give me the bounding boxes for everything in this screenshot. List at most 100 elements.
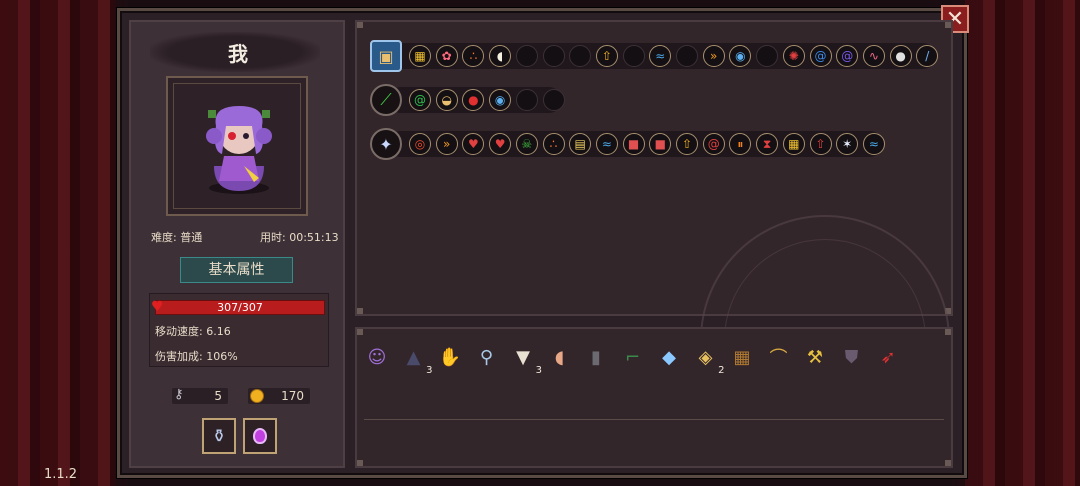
red-berries-icon: ● [468,93,479,107]
item-slot[interactable]: ◆ [654,342,684,372]
green-swirl-icon: @ [414,93,426,107]
green-skull-icon: ☠ [521,137,533,151]
panel-corner [357,460,363,466]
upgrade-slot[interactable]: ⇧ [809,133,832,155]
red-hourglass-icon: ⧗ [762,137,772,151]
white-star-icon: ✶ [842,137,853,151]
upgrade-slot[interactable]: ⇧ [676,133,698,155]
white-orb-icon: ● [895,49,906,63]
blue-wave-icon: ≈ [655,49,666,63]
yellow-up-arrow-icon: ⇧ [681,137,693,151]
red-gear-icon: ✺ [788,49,799,63]
item-count: 2 [718,365,725,376]
yellow-squares-icon: ▦ [788,137,800,151]
wooden-crate-icon: ▦ [733,346,751,368]
version-label: 1.1.2 [44,467,78,482]
upgrade-slot[interactable]: » [435,133,458,155]
consumable-slot-2[interactable] [243,418,277,454]
red-target-icon: ◎ [414,137,426,151]
consumable-slot-1[interactable]: ⚱ [202,418,236,454]
key-icon: ⚷ [174,387,184,402]
right-curtain [965,0,1080,486]
upgrade-slot[interactable]: @ [409,89,431,111]
weapon-slot-1[interactable]: ▣ [370,40,402,72]
time-label: 用时: 00:51:13 [260,231,339,244]
heart-icon: ♥ [151,299,164,315]
upgrade-slot[interactable]: ☠ [515,133,538,155]
upgrade-slot[interactable]: ✺ [782,45,805,67]
upgrade-slot[interactable]: ◉ [489,89,512,111]
item-slot[interactable]: ◖ [545,342,575,372]
upgrade-slot[interactable]: ◖ [489,45,512,67]
upgrade-slot[interactable]: ♥ [489,133,512,155]
item-slot[interactable]: ✋ [435,342,465,372]
upgrade-slot[interactable]: ▦ [782,133,805,155]
item-slot[interactable]: ◈ 2 [691,342,725,377]
key-count: 5 [214,389,222,403]
empty-upgrade-slot[interactable] [515,89,538,111]
key-counter: ⚷ 5 [172,387,228,404]
upgrade-slot[interactable]: ⇧ [595,45,618,67]
upgrade-slot[interactable]: ▦ [409,45,431,67]
tab-basic-attributes[interactable]: 基本属性 [180,257,293,283]
empty-upgrade-slot[interactable] [542,45,565,67]
dark-armor-icon: ⛊ [844,346,859,368]
panel-corner [357,329,363,335]
empty-upgrade-slot[interactable] [676,45,698,67]
blue-wave-icon: ≈ [868,137,879,151]
empty-upgrade-slot[interactable] [542,89,565,111]
gem-ring-icon: ◈ [698,346,713,368]
upgrade-slot[interactable]: @ [702,133,725,155]
item-slot[interactable]: ▲ 3 [399,342,433,377]
empty-upgrade-slot[interactable] [622,45,645,67]
item-slot[interactable]: ☺ [362,342,392,372]
upgrade-slot[interactable]: ■ [622,133,645,155]
upgrade-slot[interactable]: ● [889,45,912,67]
left-curtain [0,0,115,486]
panel-corner [945,329,951,335]
empty-upgrade-slot[interactable] [515,45,538,67]
empty-upgrade-slot[interactable] [756,45,779,67]
item-slot[interactable]: ▮ [581,342,611,372]
orange-triple-dots-icon: ∴ [469,49,478,63]
bow-icon: ⌒ [769,348,788,369]
item-slot[interactable]: ➶ [873,342,903,372]
orange-pause-icon: ⏸ [737,137,744,151]
weapon-slot-2[interactable]: ⟋ [370,84,402,116]
upgrade-slot[interactable]: ∴ [542,133,565,155]
coin-icon [250,389,264,403]
item-slot[interactable]: ⚒ [800,342,830,372]
upgrade-slot[interactable]: ◎ [409,133,431,155]
upgrade-slot[interactable]: ∿ [862,45,885,67]
item-slot[interactable]: ▼ 3 [508,342,542,377]
weapon-slot-3[interactable]: ✦ [370,128,402,160]
upgrade-slot[interactable]: ◒ [435,89,458,111]
blue-sword-icon: / [925,49,930,63]
item-slot[interactable]: ⚲ [472,342,502,372]
item-slot[interactable]: ⌐ [618,342,648,372]
upgrade-slot[interactable]: ⧗ [756,133,779,155]
coin-count: 170 [281,389,304,403]
player-name: 我 [228,42,248,66]
item-slot[interactable]: ⌒ [764,342,794,372]
blue-crystal-icon: ◆ [662,346,676,368]
portrait-icon: ☺ [367,346,387,368]
item-slot[interactable]: ⛊ [837,342,867,372]
character-sprite-icon [206,106,272,194]
blue-spiral-square-icon: @ [814,49,827,63]
orange-triple-dots-icon: ∴ [549,137,558,151]
upgrade-slot[interactable]: @ [809,45,832,67]
upgrade-slot[interactable]: ✿ [435,45,458,67]
pink-flower-icon: ✿ [441,49,452,63]
items-divider [364,419,944,420]
pickaxe-icon: ⚒ [806,346,824,368]
upgrade-slot[interactable]: » [702,45,725,67]
upgrade-slot[interactable]: ≈ [595,133,618,155]
blue-eye-icon: ◉ [735,49,746,63]
item-slot[interactable]: ▦ [727,342,757,372]
panel-corner [357,22,363,28]
treasure-chest-icon: ▣ [378,46,394,66]
yellow-squares-icon: ▦ [414,49,426,63]
mouse-icon: ◖ [496,49,504,63]
upgrade-slot[interactable]: ≈ [862,133,885,155]
